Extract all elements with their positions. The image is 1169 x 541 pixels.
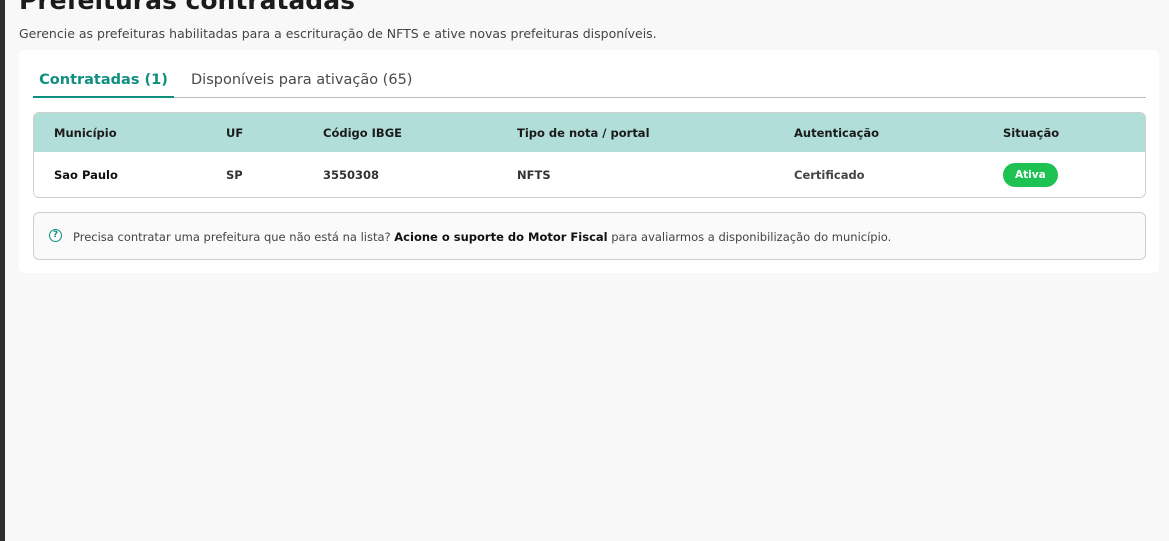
help-circle-icon: ? (49, 229, 62, 242)
header-situacao: Situação (1003, 126, 1060, 140)
tab-bar: Contratadas (1) Disponíveis para ativaçã… (33, 64, 1146, 98)
status-badge: Ativa (1003, 163, 1058, 187)
prefeituras-table: Município UF Código IBGE Tipo de nota / … (33, 112, 1146, 198)
cell-municipio: Sao Paulo (54, 168, 118, 182)
tab-disponiveis[interactable]: Disponíveis para ativação (65) (191, 72, 412, 88)
cell-tipo-nota: NFTS (517, 168, 551, 182)
notice-text-before: Precisa contratar uma prefeitura que não… (73, 230, 395, 244)
support-link[interactable]: Acione o suporte do Motor Fiscal (394, 230, 607, 244)
content-card: Contratadas (1) Disponíveis para ativaçã… (19, 50, 1159, 273)
table-row[interactable]: Sao Paulo SP 3550308 NFTS Certificado At… (34, 152, 1145, 197)
header-uf: UF (226, 126, 244, 140)
active-tab-indicator (33, 96, 174, 98)
cell-autenticacao: Certificado (794, 168, 865, 182)
header-codigo-ibge: Código IBGE (323, 126, 402, 140)
cell-codigo-ibge: 3550308 (323, 168, 380, 182)
cell-uf: SP (226, 168, 243, 182)
table-header: Município UF Código IBGE Tipo de nota / … (34, 113, 1145, 152)
page-subtitle: Gerencie as prefeituras habilitadas para… (19, 26, 657, 41)
support-notice: ? Precisa contratar uma prefeitura que n… (33, 212, 1146, 260)
header-tipo-nota: Tipo de nota / portal (517, 126, 650, 140)
window-left-edge (0, 0, 5, 541)
notice-text: Precisa contratar uma prefeitura que não… (73, 230, 891, 244)
header-autenticacao: Autenticação (794, 126, 880, 140)
header-municipio: Município (54, 126, 117, 140)
notice-text-after: para avaliarmos a disponibilização do mu… (607, 230, 892, 244)
page-title: Prefeituras contratadas (19, 0, 355, 15)
tab-contratadas[interactable]: Contratadas (1) (33, 72, 174, 88)
